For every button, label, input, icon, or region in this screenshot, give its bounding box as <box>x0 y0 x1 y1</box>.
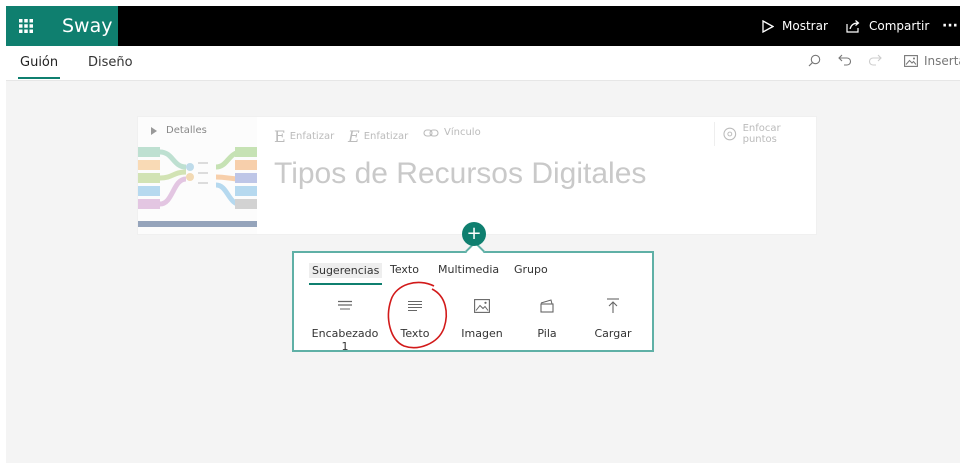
image-label: Imagen <box>461 327 503 340</box>
share-label: Compartir <box>869 19 930 33</box>
undo-button[interactable] <box>838 54 858 66</box>
share-button[interactable]: Compartir <box>846 6 929 46</box>
insert-label: Insertar <box>924 54 960 68</box>
redo-button[interactable] <box>868 54 888 66</box>
heading-card[interactable]: Detalles E Enfatizar E Enfatizar Vínculo… <box>137 116 817 235</box>
italic-emphasize-label: Enfatizar <box>363 131 409 142</box>
undo-icon <box>838 54 852 66</box>
redo-icon <box>868 54 882 66</box>
heading-label: Encabezado 1 <box>311 327 379 353</box>
stack-label: Pila <box>537 327 557 340</box>
app-name[interactable]: Sway <box>46 6 118 46</box>
plus-icon: + <box>466 223 482 244</box>
upload-icon <box>607 298 619 313</box>
italic-emphasize-button[interactable]: E Enfatizar <box>348 127 408 146</box>
app-frame: Sway Mostrar Compartir ··· Guión Diseño <box>6 6 960 463</box>
link-label: Vínculo <box>444 127 481 138</box>
present-button[interactable]: Mostrar <box>762 6 828 46</box>
caret-right-icon <box>151 126 157 135</box>
image-icon <box>474 299 490 313</box>
details-toggle[interactable]: Detalles <box>150 125 207 136</box>
popup-tab-text[interactable]: Texto <box>390 263 419 276</box>
top-bar: Sway Mostrar Compartir ··· <box>6 6 960 46</box>
upload-button[interactable]: Cargar <box>578 295 648 340</box>
italic-e-icon: E <box>348 127 360 146</box>
stack-icon <box>540 299 554 313</box>
link-button[interactable]: Vínculo <box>423 127 481 138</box>
details-label: Detalles <box>166 125 207 136</box>
tab-design[interactable]: Diseño <box>88 55 133 70</box>
upload-label: Cargar <box>594 327 632 340</box>
heading-text[interactable]: Tipos de Recursos Digitales <box>274 157 646 191</box>
insert-button[interactable]: Insertar <box>904 54 960 68</box>
popup-tab-suggestions[interactable]: Sugerencias <box>309 263 383 285</box>
red-circle-annotation <box>387 281 448 349</box>
focus-points-button[interactable]: Enfocar puntos <box>714 122 816 146</box>
popup-tab-group[interactable]: Grupo <box>514 263 548 276</box>
heading-icon <box>338 300 352 310</box>
waffle-icon <box>19 19 33 33</box>
emphasize-button[interactable]: E Enfatizar <box>274 127 334 146</box>
insert-image-icon <box>904 55 918 67</box>
share-icon <box>846 20 860 33</box>
bold-e-icon: E <box>274 127 286 146</box>
insert-stack-button[interactable]: Pila <box>512 295 582 340</box>
focus-label: Enfocar puntos <box>742 123 781 145</box>
more-options-button[interactable]: ··· <box>942 6 958 46</box>
search-button[interactable] <box>808 54 827 67</box>
add-content-button[interactable]: + <box>462 222 486 246</box>
insert-content-popup: Sugerencias Texto Multimedia Grupo Encab… <box>292 251 654 353</box>
focus-icon <box>723 127 737 141</box>
play-icon <box>762 19 774 33</box>
insert-heading-button[interactable]: Encabezado 1 <box>310 295 380 353</box>
view-tab-bar: Guión Diseño Insertar <box>6 46 960 81</box>
app-launcher-button[interactable] <box>6 6 46 46</box>
link-icon <box>423 128 439 137</box>
present-label: Mostrar <box>782 19 828 33</box>
insert-image-button[interactable]: Imagen <box>447 295 517 340</box>
popup-tab-multimedia[interactable]: Multimedia <box>438 263 499 276</box>
tab-storyline[interactable]: Guión <box>17 55 61 79</box>
search-icon <box>808 54 821 67</box>
emphasize-label: Enfatizar <box>289 131 335 142</box>
